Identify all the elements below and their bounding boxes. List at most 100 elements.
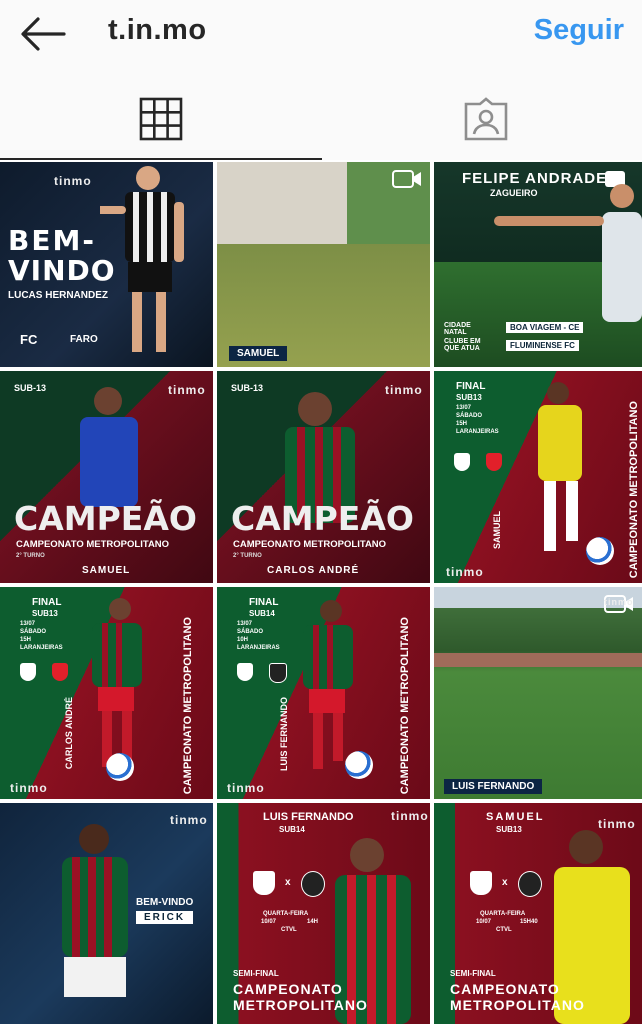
brand-logo: tinmo xyxy=(446,565,484,579)
player-name: ERICK xyxy=(136,911,194,924)
match-time: 10H xyxy=(237,637,249,643)
sponsor-logo: FARO xyxy=(70,334,98,345)
player-name: CARLOS ANDRÉ xyxy=(64,697,74,770)
match-day: QUARTA-FEIRA xyxy=(480,911,526,917)
club-crest-icon xyxy=(20,663,36,681)
info-label: CIDADE NATAL xyxy=(444,322,471,336)
club-crest-icon xyxy=(237,663,253,681)
brand-logo: tinmo xyxy=(385,383,423,397)
player-image xyxy=(303,600,353,769)
match-time: 14H xyxy=(307,919,319,925)
stage-label: SEMI-FINAL xyxy=(233,969,279,978)
versus-label: x xyxy=(285,877,291,888)
post-tile[interactable]: tinmo LUIS FERNANDO xyxy=(434,587,642,799)
match-venue: LARANJEIRAS xyxy=(237,645,280,651)
stands-image xyxy=(434,653,642,667)
club-crest-icon xyxy=(253,871,275,895)
club-crest-icon xyxy=(470,871,492,895)
category-label: SUB-13 xyxy=(231,383,264,393)
post-headline: CAMPEÃO xyxy=(231,499,414,538)
category-label: SUB13 xyxy=(32,609,58,618)
match-date: 10/07 xyxy=(476,919,492,925)
player-name: LUIS FERNANDO xyxy=(279,697,289,771)
match-time: 15H xyxy=(456,421,468,427)
competition-label: METROPOLITANO xyxy=(233,997,368,1013)
profile-header: t.in.mo Seguir xyxy=(0,0,642,160)
building-image xyxy=(217,162,347,244)
active-tab-indicator xyxy=(0,158,322,160)
brand-logo: tinmo xyxy=(168,383,206,397)
brand-logo: tinmo xyxy=(227,781,265,795)
football-image xyxy=(106,753,134,781)
versus-label: x xyxy=(502,877,508,888)
player-name: SAMUEL xyxy=(492,511,502,549)
competition-label: CAMPEONATO METROPOLITANO xyxy=(16,539,170,550)
club-crest-icon xyxy=(518,871,542,897)
post-tile[interactable]: tinmo BEM- VINDO LUCAS HERNANDEZ FC FARO xyxy=(0,162,213,367)
competition-label: CAMPEONATO METROPOLITANO xyxy=(233,539,387,550)
post-tile[interactable]: FELIPE ANDRADE ZAGUEIRO CIDADE NATAL BOA… xyxy=(434,162,642,367)
post-tile[interactable]: SAMUEL SUB13 tinmo x QUARTA-FEIRA 10/07 … xyxy=(434,803,642,1024)
football-image xyxy=(345,751,373,779)
post-tile[interactable]: LUIS FERNANDO SUB14 tinmo x QUARTA-FEIRA… xyxy=(217,803,430,1024)
post-tile[interactable]: FINAL SUB14 13/07 SÁBADO 10H LARANJEIRAS… xyxy=(217,587,430,799)
player-name: LUIS FERNANDO xyxy=(263,811,354,823)
back-arrow-icon[interactable] xyxy=(18,14,68,54)
category-label: SUB14 xyxy=(279,825,305,834)
match-venue: LARANJEIRAS xyxy=(456,429,499,435)
info-label: CLUBE EM QUE ATUA xyxy=(444,338,481,352)
competition-label: METROPOLITANO xyxy=(450,997,585,1013)
match-day: SÁBADO xyxy=(20,629,47,635)
category-label: SUB14 xyxy=(249,609,275,618)
post-caption: SAMUEL xyxy=(229,346,288,361)
post-caption: LUIS FERNANDO xyxy=(444,779,543,794)
category-label: SUB13 xyxy=(496,825,522,834)
competition-label: CAMPEONATO METROPOLITANO xyxy=(399,617,411,795)
round-label: 2° TURNO xyxy=(16,553,45,559)
club-crest-icon xyxy=(52,663,68,681)
match-time: 15H xyxy=(20,637,32,643)
profile-username: t.in.mo xyxy=(108,14,207,46)
match-venue: CTVL xyxy=(281,927,297,933)
club-crest-icon xyxy=(486,453,502,471)
player-name: CARLOS ANDRÉ xyxy=(267,565,360,576)
post-tile[interactable]: tinmo BEM-VINDO ERICK xyxy=(0,803,213,1024)
match-date: 13/07 xyxy=(20,621,36,627)
match-day: SÁBADO xyxy=(456,413,483,419)
match-date: 13/07 xyxy=(237,621,253,627)
grid-icon[interactable] xyxy=(138,96,184,142)
posts-grid: tinmo BEM- VINDO LUCAS HERNANDEZ FC FARO… xyxy=(0,162,642,1024)
player-image xyxy=(494,184,642,322)
stage-label: FINAL xyxy=(456,381,486,392)
football-image xyxy=(586,537,614,565)
category-label: SUB13 xyxy=(456,393,482,402)
match-day: SÁBADO xyxy=(237,629,264,635)
post-tile[interactable]: FINAL SUB13 13/07 SÁBADO 15H LARANJEIRAS… xyxy=(0,587,213,799)
stage-label: FINAL xyxy=(249,597,279,608)
match-date: 10/07 xyxy=(261,919,277,925)
player-image xyxy=(80,387,138,507)
welcome-label: BEM-VINDO xyxy=(136,897,194,908)
post-headline: CAMPEÃO xyxy=(14,499,197,538)
tagged-person-icon[interactable] xyxy=(462,96,510,142)
post-tile[interactable]: SUB-13 tinmo CAMPEÃO CAMPEONATO METROPOL… xyxy=(0,371,213,583)
player-image xyxy=(100,166,184,352)
stage-label: FINAL xyxy=(32,597,62,608)
brand-logo: tinmo xyxy=(604,597,634,607)
club-crest-icon xyxy=(454,453,470,471)
competition-label: CAMPEONATO METROPOLITANO xyxy=(628,401,640,579)
competition-label: CAMPEONATO xyxy=(233,981,343,997)
club-logo: FC xyxy=(20,332,38,347)
post-tile[interactable]: SUB-13 tinmo CAMPEÃO CAMPEONATO METROPOL… xyxy=(217,371,430,583)
round-label: 2° TURNO xyxy=(233,553,262,559)
player-name: SAMUEL xyxy=(486,811,545,823)
club-crest-icon xyxy=(269,663,287,683)
post-tile[interactable]: SAMUEL xyxy=(217,162,430,367)
brand-logo: tinmo xyxy=(170,813,208,827)
match-venue: LARANJEIRAS xyxy=(20,645,63,651)
competition-label: CAMPEONATO xyxy=(450,981,560,997)
brand-logo: tinmo xyxy=(391,809,429,823)
post-tile[interactable]: FINAL SUB13 13/07 SÁBADO 15H LARANJEIRAS… xyxy=(434,371,642,583)
follow-button[interactable]: Seguir xyxy=(534,14,624,47)
player-name: SAMUEL xyxy=(82,565,131,576)
